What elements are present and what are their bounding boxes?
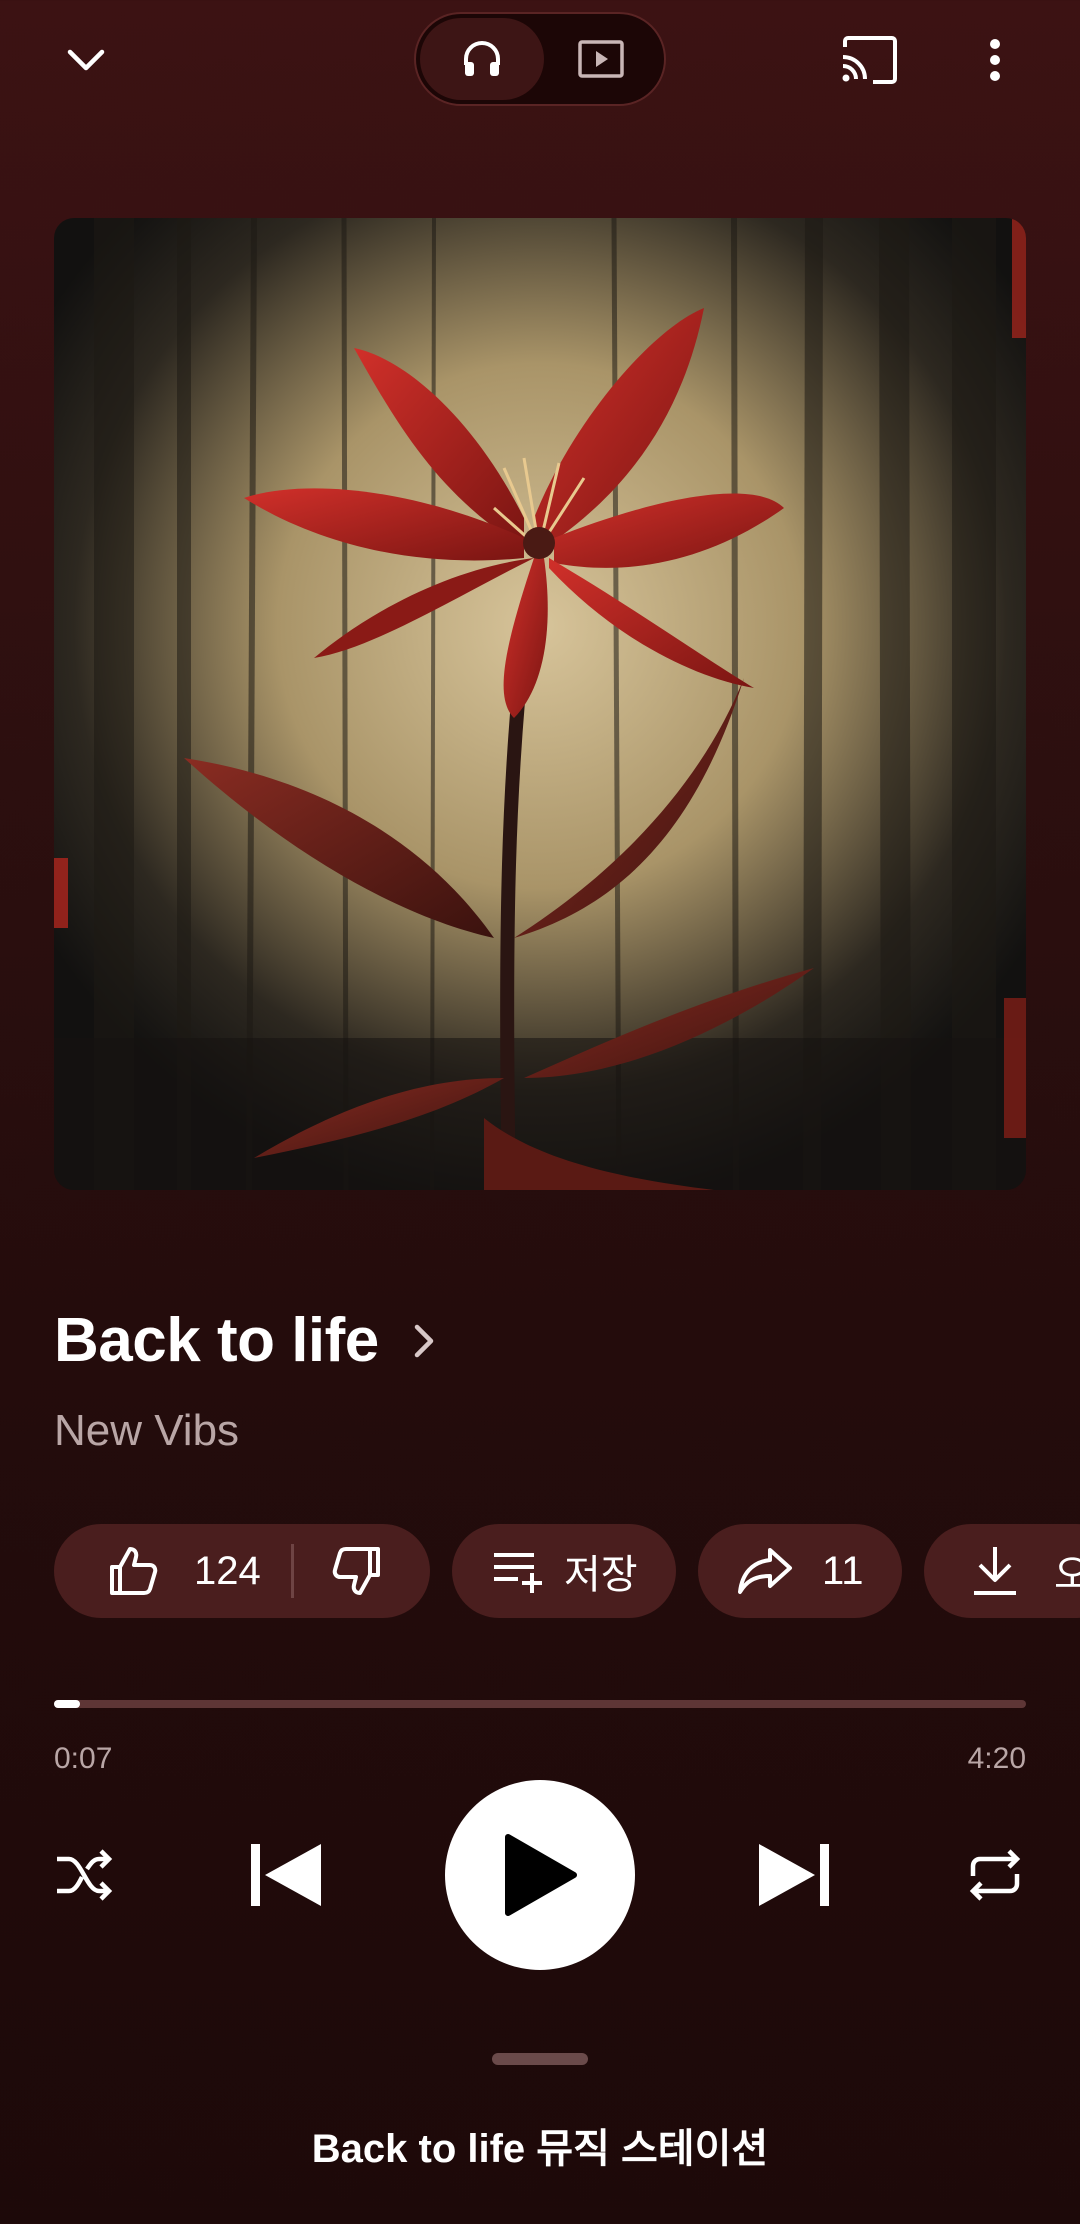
download-label: 오 [1054,1553,1080,1597]
seek-bar-progress [54,1700,80,1708]
more-vertical-icon [990,39,1000,81]
thumbs-down-icon [332,1547,380,1595]
shuffle-icon [57,1849,113,1901]
bottom-sheet-handle[interactable] [492,2053,588,2065]
artist-name[interactable]: New Vibs [54,1406,239,1456]
total-duration: 4:20 [967,1742,1026,1775]
share-count: 11 [822,1548,864,1593]
previous-track-button[interactable] [236,1830,336,1920]
dislike-button[interactable] [294,1524,386,1618]
up-next-tab[interactable]: Back to life 뮤직 스테이션 [0,2116,1080,2174]
share-button[interactable]: 11 [698,1524,902,1618]
headphones-icon [464,41,500,76]
like-count: 124 [194,1548,261,1593]
play-icon [505,1834,577,1916]
save-button[interactable]: 저장 [452,1524,676,1618]
next-track-button[interactable] [744,1830,844,1920]
skip-previous-icon [251,1844,321,1906]
save-label: 저장 [564,1553,638,1597]
video-mode-button[interactable] [542,18,660,100]
thumbs-up-icon [110,1547,158,1595]
chevron-down-icon [67,49,105,71]
download-icon [974,1547,1016,1595]
like-button[interactable]: 124 [54,1524,261,1618]
seek-bar[interactable] [54,1700,1026,1708]
download-button[interactable]: 오 [924,1524,1080,1618]
more-options-button[interactable] [955,20,1035,100]
repeat-icon [969,1849,1021,1901]
skip-next-icon [759,1844,829,1906]
elapsed-time: 0:07 [54,1742,113,1775]
repeat-button[interactable] [955,1835,1035,1915]
song-title-row[interactable]: Back to life [54,1310,443,1372]
play-button[interactable] [445,1780,635,1970]
playlist-add-icon [494,1553,542,1593]
like-dislike-pill: 124 [54,1524,430,1618]
shuffle-button[interactable] [44,1835,124,1915]
share-icon [738,1548,792,1594]
collapse-button[interactable] [46,20,126,100]
song-video-toggle [414,12,666,106]
video-play-icon [578,40,624,78]
cast-icon [842,36,897,84]
cast-button[interactable] [830,20,910,100]
song-mode-button[interactable] [420,18,544,100]
song-title: Back to life [54,1306,379,1375]
album-art [54,218,1026,1190]
chevron-right-icon [414,1324,434,1358]
